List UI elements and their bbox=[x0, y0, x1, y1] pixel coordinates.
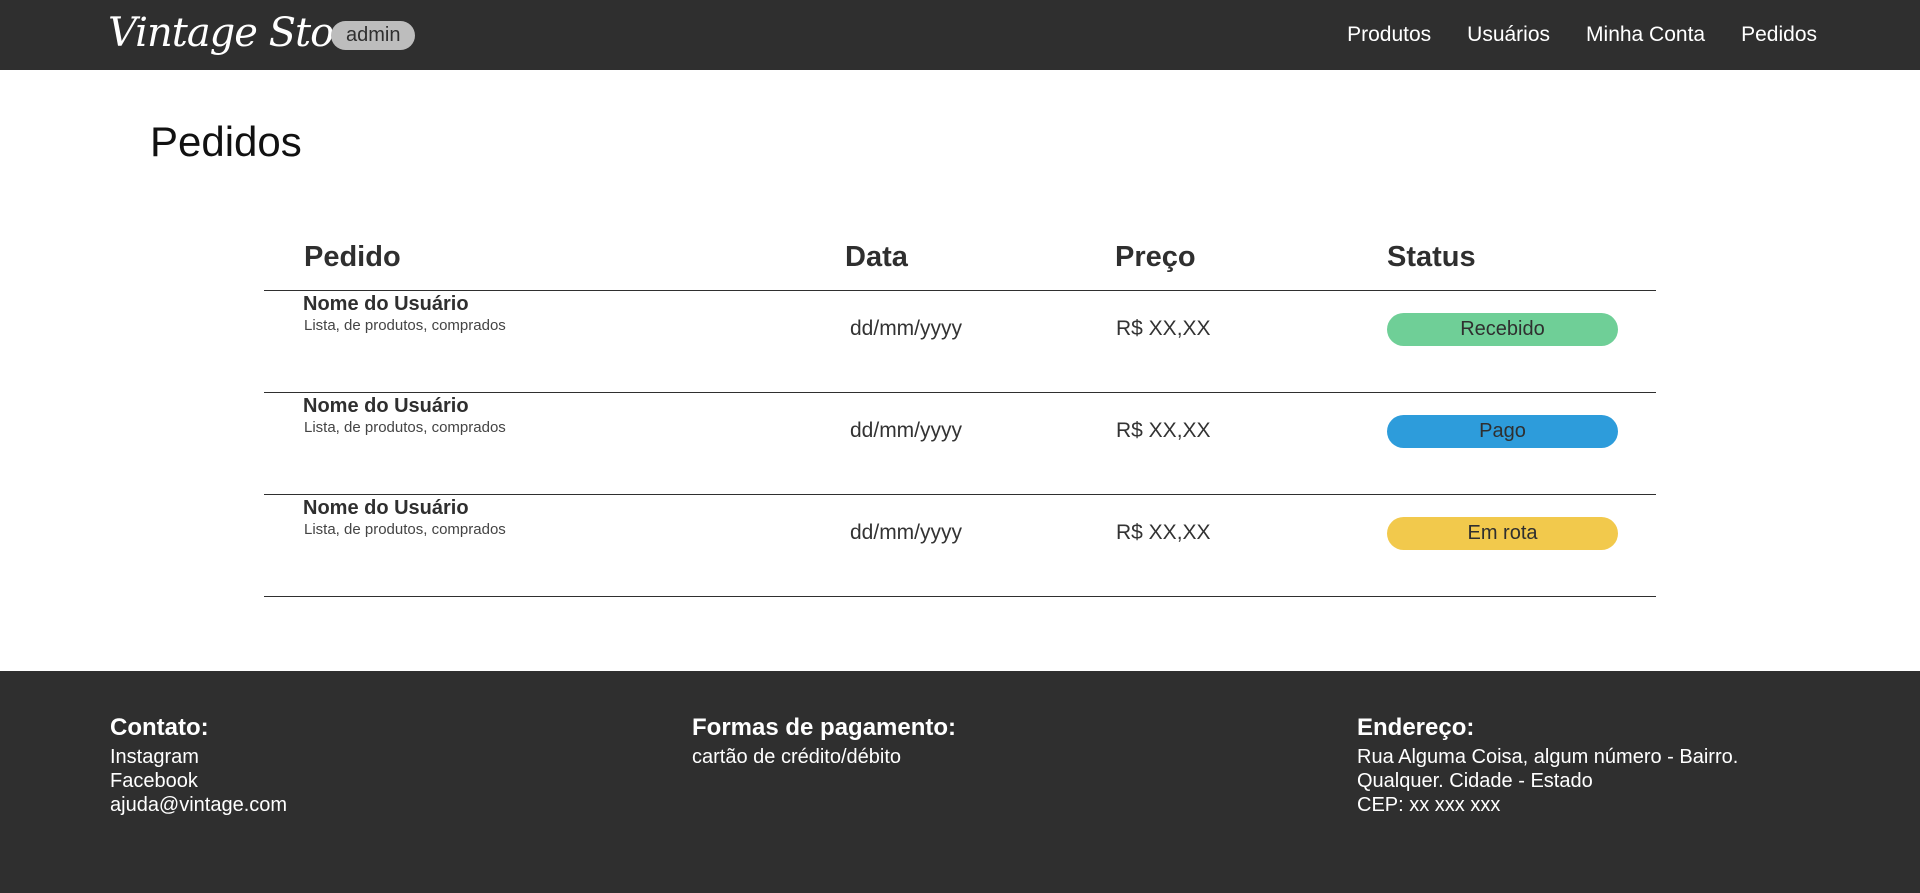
footer-address-city: Qualquer. Cidade - Estado bbox=[1357, 770, 1593, 792]
footer-payment-method: cartão de crédito/débito bbox=[692, 746, 902, 768]
status-badge-em-rota: Em rota bbox=[1387, 517, 1618, 550]
site-footer: Contato: Instagram Facebook ajuda@vintag… bbox=[0, 671, 1920, 893]
order-user-name: Nome do Usuário bbox=[303, 293, 469, 315]
admin-badge: admin bbox=[331, 21, 416, 50]
nav-link-pedidos[interactable]: Pedidos bbox=[1741, 23, 1817, 47]
status-badge-recebido: Recebido bbox=[1387, 313, 1618, 346]
footer-link-email[interactable]: ajuda@vintage.com bbox=[110, 793, 287, 817]
footer-link-facebook[interactable]: Facebook bbox=[110, 769, 287, 793]
order-date: dd/mm/yyyy bbox=[850, 419, 963, 442]
footer-payment-heading: Formas de pagamento: bbox=[692, 714, 957, 741]
footer-link-instagram[interactable]: Instagram bbox=[110, 745, 287, 769]
top-navbar: Vintage Store admin Produtos Usuários Mi… bbox=[0, 0, 1920, 70]
footer-contact-heading: Contato: bbox=[110, 714, 209, 741]
table-row[interactable]: Nome do Usuário Lista, de produtos, comp… bbox=[264, 393, 1656, 495]
status-badge-pago: Pago bbox=[1387, 415, 1618, 448]
footer-payment: Formas de pagamento: cartão de crédito/d… bbox=[692, 713, 956, 769]
order-user-name: Nome do Usuário bbox=[303, 395, 469, 417]
order-product-list: Lista, de produtos, comprados bbox=[304, 521, 506, 538]
order-date: dd/mm/yyyy bbox=[850, 521, 963, 544]
order-user-name: Nome do Usuário bbox=[303, 497, 469, 519]
order-date: dd/mm/yyyy bbox=[850, 317, 963, 340]
footer-address: Endereço: Rua Alguma Coisa, algum número… bbox=[1357, 713, 1738, 817]
order-price: R$ XX,XX bbox=[1116, 419, 1211, 442]
order-price: R$ XX,XX bbox=[1116, 317, 1211, 340]
column-header-status: Status bbox=[1387, 241, 1476, 273]
main-nav: Produtos Usuários Minha Conta Pedidos bbox=[1311, 0, 1817, 70]
nav-link-usuarios[interactable]: Usuários bbox=[1467, 23, 1550, 47]
column-header-pedido: Pedido bbox=[304, 241, 401, 273]
column-header-data: Data bbox=[845, 241, 908, 273]
footer-address-heading: Endereço: bbox=[1357, 714, 1475, 741]
table-row[interactable]: Nome do Usuário Lista, de produtos, comp… bbox=[264, 291, 1656, 393]
table-row[interactable]: Nome do Usuário Lista, de produtos, comp… bbox=[264, 495, 1656, 597]
page-title: Pedidos bbox=[150, 118, 302, 165]
footer-contact: Contato: Instagram Facebook ajuda@vintag… bbox=[110, 713, 287, 817]
footer-address-street: Rua Alguma Coisa, algum número - Bairro. bbox=[1357, 746, 1739, 768]
footer-address-cep: CEP: xx xxx xxx bbox=[1357, 794, 1501, 816]
order-product-list: Lista, de produtos, comprados bbox=[304, 419, 506, 436]
order-price: R$ XX,XX bbox=[1116, 521, 1211, 544]
order-product-list: Lista, de produtos, comprados bbox=[304, 317, 506, 334]
nav-link-minha-conta[interactable]: Minha Conta bbox=[1586, 23, 1705, 47]
column-header-preco: Preço bbox=[1115, 241, 1196, 273]
nav-link-produtos[interactable]: Produtos bbox=[1347, 23, 1431, 47]
